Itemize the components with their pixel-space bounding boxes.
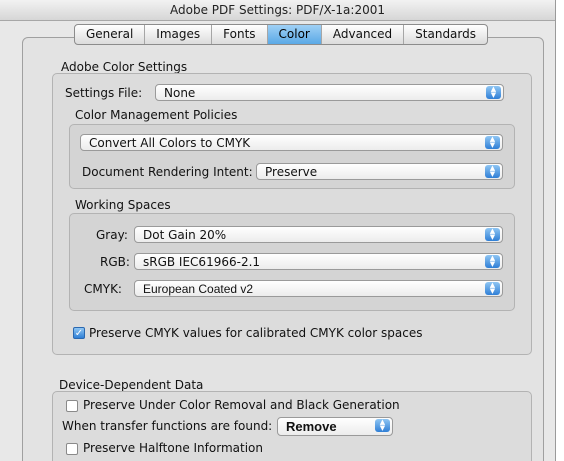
rgb-label: RGB: xyxy=(100,255,130,269)
tab-standards[interactable]: Standards xyxy=(404,25,487,44)
transfer-functions-value: Remove xyxy=(286,419,337,434)
adobe-color-settings-heading: Adobe Color Settings xyxy=(61,60,188,74)
tab-advanced[interactable]: Advanced xyxy=(322,25,405,44)
popup-arrows-icon: ▲ ▼ xyxy=(485,165,500,178)
adobe-color-settings-group: Settings File: None ▲ ▼ Color Management … xyxy=(52,73,532,355)
color-policy-value: Convert All Colors to CMYK xyxy=(89,136,251,150)
working-spaces-group: Gray: Dot Gain 20% ▲ ▼ RGB: sRGB IEC61966… xyxy=(69,213,515,311)
halftone-label: Preserve Halftone Information xyxy=(83,441,263,455)
color-management-policies-heading: Color Management Policies xyxy=(75,108,238,122)
settings-file-value: None xyxy=(164,86,196,100)
ucr-checkbox[interactable] xyxy=(66,400,78,412)
transfer-functions-popup[interactable]: Remove ▲ ▼ xyxy=(277,417,393,436)
gray-label: Gray: xyxy=(96,228,128,242)
rgb-value: sRGB IEC61966-2.1 xyxy=(143,255,261,269)
popup-arrows-icon: ▲ ▼ xyxy=(485,255,500,268)
pdf-settings-window: Adobe PDF Settings: PDF/X-1a:2001 Genera… xyxy=(0,0,556,461)
gray-value: Dot Gain 20% xyxy=(143,228,227,242)
tab-images[interactable]: Images xyxy=(145,25,213,44)
device-dependent-group: Preserve Under Color Removal and Black G… xyxy=(52,391,532,461)
rgb-popup[interactable]: sRGB IEC61966-2.1 ▲ ▼ xyxy=(134,253,503,270)
cmyk-popup[interactable]: European Coated v2 ▲ ▼ xyxy=(134,280,503,297)
rendering-intent-value: Preserve xyxy=(265,165,318,179)
settings-file-label: Settings File: xyxy=(65,86,143,100)
popup-arrows-icon: ▲ ▼ xyxy=(485,136,500,149)
cmyk-value: European Coated v2 xyxy=(143,282,254,296)
popup-arrows-icon: ▲ ▼ xyxy=(485,282,500,295)
working-spaces-heading: Working Spaces xyxy=(75,198,171,212)
preserve-cmyk-label: Preserve CMYK values for calibrated CMYK… xyxy=(89,326,423,340)
tab-content-panel: Adobe Color Settings Settings File: None… xyxy=(22,37,544,461)
rendering-intent-popup[interactable]: Preserve ▲ ▼ xyxy=(256,163,503,180)
device-dependent-heading: Device-Dependent Data xyxy=(59,378,204,392)
ucr-label: Preserve Under Color Removal and Black G… xyxy=(83,398,400,412)
gray-popup[interactable]: Dot Gain 20% ▲ ▼ xyxy=(134,226,503,243)
tab-color[interactable]: Color xyxy=(267,25,322,44)
transfer-functions-label: When transfer functions are found: xyxy=(62,419,273,433)
popup-arrows-icon: ▲ ▼ xyxy=(486,86,501,99)
tab-general[interactable]: General xyxy=(75,25,146,44)
preserve-cmyk-checkbox[interactable]: ✓ xyxy=(73,327,85,339)
tab-fonts[interactable]: Fonts xyxy=(212,25,268,44)
tab-bar: General Images Fonts Color Advanced Stan… xyxy=(74,24,488,45)
window-title: Adobe PDF Settings: PDF/X-1a:2001 xyxy=(0,0,555,21)
rendering-intent-label: Document Rendering Intent: xyxy=(82,165,253,179)
color-management-policies-group: Convert All Colors to CMYK ▲ ▼ Document R… xyxy=(69,124,515,189)
popup-arrows-icon: ▲ ▼ xyxy=(375,419,390,432)
settings-file-popup[interactable]: None ▲ ▼ xyxy=(155,84,504,101)
halftone-checkbox[interactable] xyxy=(66,443,78,455)
popup-arrows-icon: ▲ ▼ xyxy=(485,228,500,241)
color-policy-popup[interactable]: Convert All Colors to CMYK ▲ ▼ xyxy=(80,134,503,151)
cmyk-label: CMYK: xyxy=(84,282,122,296)
